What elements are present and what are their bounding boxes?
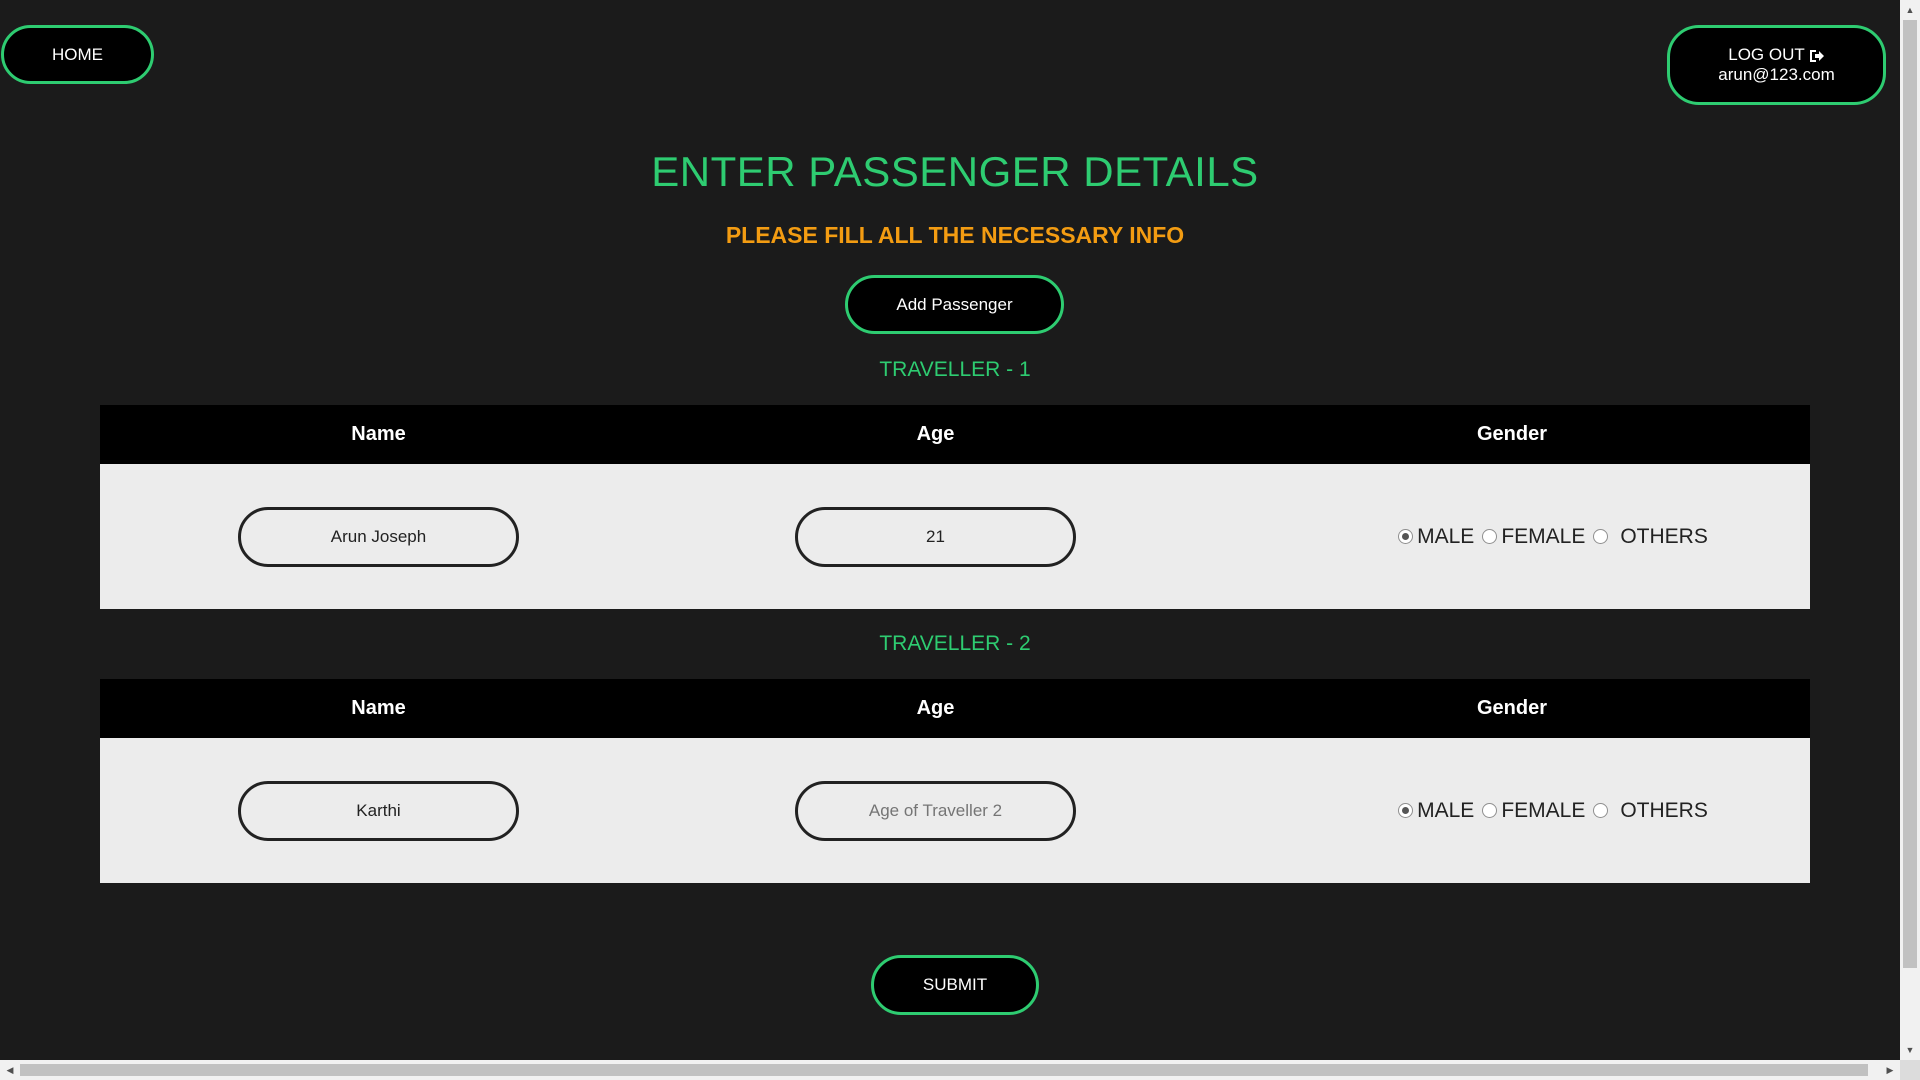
traveller-1-radio-female[interactable] bbox=[1482, 529, 1498, 544]
column-header-name: Name bbox=[351, 697, 406, 719]
column-header-age: Age bbox=[916, 697, 955, 719]
logout-label: LOG OUT bbox=[1728, 45, 1805, 64]
traveller-2-name-input[interactable] bbox=[238, 780, 519, 841]
radio-label-female: FEMALE bbox=[1501, 524, 1586, 548]
traveller-1-age-input[interactable] bbox=[795, 506, 1076, 567]
submit-button[interactable]: SUBMIT bbox=[871, 955, 1039, 1015]
gender-cell: MALE FEMALE OTHERS bbox=[1214, 525, 1810, 549]
traveller-2-radio-others[interactable] bbox=[1593, 803, 1609, 818]
radio-label-others: OTHERS bbox=[1620, 798, 1708, 822]
scroll-up-arrow-icon[interactable]: ▲ bbox=[1900, 0, 1920, 20]
traveller-1-name-input[interactable] bbox=[238, 506, 519, 567]
vertical-scroll-thumb[interactable] bbox=[1903, 20, 1917, 968]
vertical-scrollbar[interactable]: ▲ ▼ bbox=[1900, 0, 1920, 1060]
traveller-1-gender-group: MALE FEMALE OTHERS bbox=[1398, 525, 1716, 549]
traveller-1-radio-others[interactable] bbox=[1593, 529, 1609, 544]
radio-label-male: MALE bbox=[1417, 798, 1475, 822]
traveller-2-age-input[interactable] bbox=[795, 780, 1076, 841]
name-cell bbox=[100, 506, 657, 567]
table-row: MALE FEMALE OTHERS bbox=[100, 738, 1810, 883]
traveller-2-radio-male[interactable] bbox=[1398, 803, 1414, 818]
page-title: ENTER PASSENGER DETAILS bbox=[651, 148, 1259, 195]
scroll-down-arrow-icon[interactable]: ▼ bbox=[1900, 1040, 1920, 1060]
page: HOME LOG OUT arun@123.com ENTER PASSENGE… bbox=[0, 0, 1900, 1060]
sign-out-icon bbox=[1809, 48, 1825, 62]
column-header-gender: Gender bbox=[1476, 423, 1548, 445]
page-subtitle: PLEASE FILL ALL THE NECESSARY INFO bbox=[725, 222, 1185, 248]
traveller-1-table: Name Age Gender MALE FEMALE OTHERS bbox=[100, 405, 1810, 609]
column-header-gender: Gender bbox=[1476, 697, 1548, 719]
scroll-right-arrow-icon[interactable]: ▶ bbox=[1880, 1060, 1900, 1080]
age-cell bbox=[657, 506, 1214, 567]
traveller-2-radio-female[interactable] bbox=[1482, 803, 1498, 818]
home-button[interactable]: HOME bbox=[1, 25, 154, 84]
logout-button[interactable]: LOG OUT arun@123.com bbox=[1667, 25, 1886, 105]
radio-label-female: FEMALE bbox=[1501, 798, 1586, 822]
traveller-2-gender-group: MALE FEMALE OTHERS bbox=[1398, 799, 1716, 823]
name-cell bbox=[100, 780, 657, 841]
traveller-2-table: Name Age Gender MALE FEMALE OTHERS bbox=[100, 679, 1810, 883]
scrollbar-corner bbox=[1900, 1060, 1920, 1080]
radio-label-others: OTHERS bbox=[1620, 524, 1708, 548]
age-cell bbox=[657, 780, 1214, 841]
gender-cell: MALE FEMALE OTHERS bbox=[1214, 799, 1810, 823]
table-header: Name Age Gender bbox=[100, 679, 1810, 738]
user-email: arun@123.com bbox=[1718, 65, 1835, 84]
column-header-age: Age bbox=[916, 423, 955, 445]
traveller-1-radio-male[interactable] bbox=[1398, 529, 1414, 544]
horizontal-scrollbar[interactable]: ◀ ▶ bbox=[0, 1060, 1900, 1080]
horizontal-scroll-thumb[interactable] bbox=[20, 1064, 1868, 1076]
traveller-1-heading: TRAVELLER - 1 bbox=[879, 358, 1031, 381]
logout-row: LOG OUT bbox=[1728, 45, 1825, 65]
traveller-2-heading: TRAVELLER - 2 bbox=[879, 632, 1031, 655]
scroll-left-arrow-icon[interactable]: ◀ bbox=[0, 1060, 20, 1080]
radio-label-male: MALE bbox=[1417, 524, 1475, 548]
table-row: MALE FEMALE OTHERS bbox=[100, 464, 1810, 609]
table-header: Name Age Gender bbox=[100, 405, 1810, 464]
column-header-name: Name bbox=[351, 423, 406, 445]
add-passenger-button[interactable]: Add Passenger bbox=[845, 275, 1064, 334]
